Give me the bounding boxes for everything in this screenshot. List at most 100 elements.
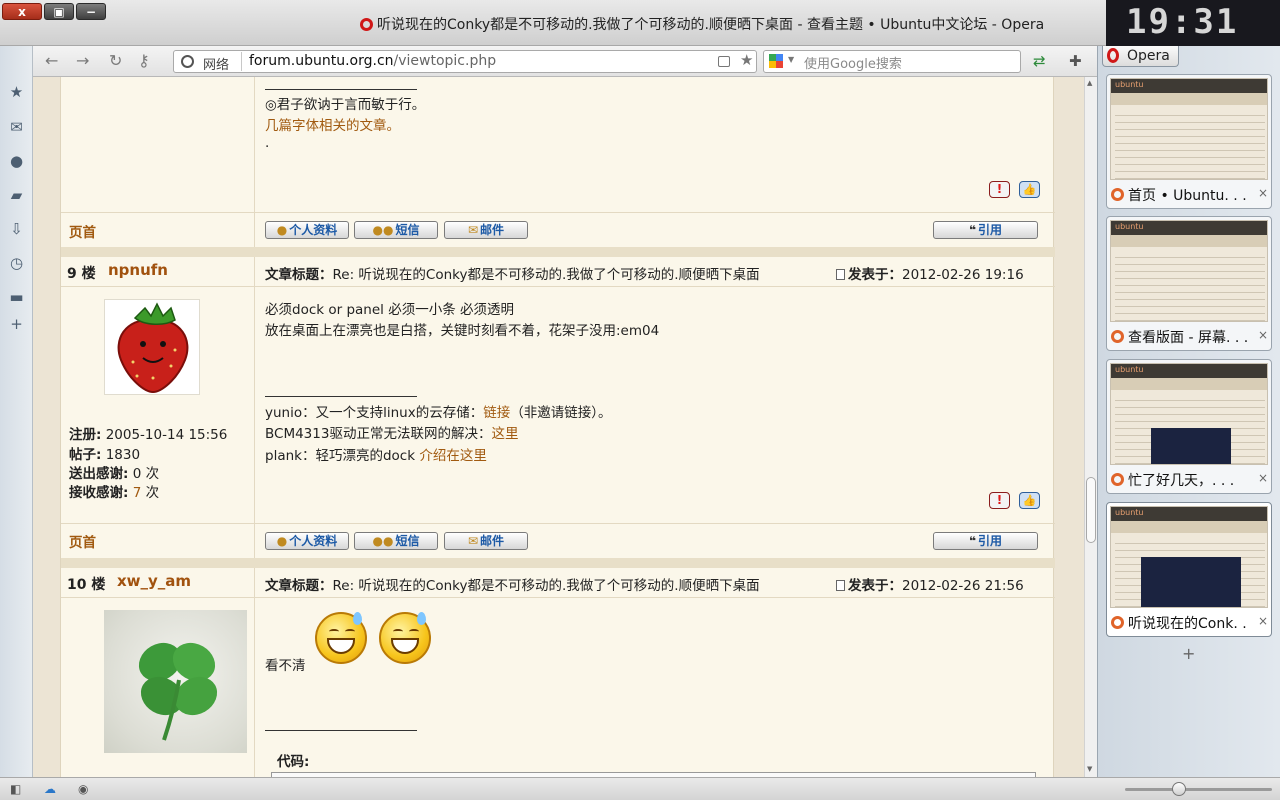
address-toolbar: ← → ↻ ⚷ 网络 forum.ubuntu.org.cn/viewtopic… bbox=[33, 46, 1097, 77]
email-button[interactable]: ✉ 邮件 bbox=[444, 532, 528, 550]
stat-value[interactable]: 7 bbox=[133, 485, 142, 501]
signature-divider bbox=[265, 396, 417, 397]
close-tab-icon[interactable]: × bbox=[1258, 186, 1268, 200]
scroll-down-arrow-icon[interactable]: ▼ bbox=[1087, 765, 1092, 773]
extensions-icon[interactable]: ✚ bbox=[1069, 52, 1082, 70]
profile-button[interactable]: ● 个人资料 bbox=[265, 532, 349, 550]
left-panel-bar: ★ ✉ ● ▰ ⇩ ◷ ▬ + bbox=[0, 46, 33, 777]
pm-button-label: 短信 bbox=[395, 223, 420, 237]
tab-preview: ubuntu bbox=[1110, 363, 1268, 465]
maximize-window-button[interactable]: ▣ bbox=[44, 3, 74, 20]
speech-bubble-icon: ❝ bbox=[968, 223, 977, 237]
pm-button[interactable]: ●● 短信 bbox=[354, 532, 438, 550]
close-tab-icon[interactable]: × bbox=[1258, 328, 1268, 342]
strawberry-avatar-image bbox=[117, 302, 189, 394]
add-panel-icon[interactable]: + bbox=[8, 316, 25, 333]
opera-unite-icon[interactable]: ☁ bbox=[44, 782, 56, 796]
forward-arrow-icon[interactable]: → bbox=[76, 51, 89, 70]
signature-text: yunio：又一个支持linux的云存储： bbox=[265, 405, 484, 421]
back-arrow-icon[interactable]: ← bbox=[45, 51, 58, 70]
emoji-eye bbox=[329, 629, 339, 634]
signature-text: （非邀请链接）。 bbox=[510, 405, 612, 421]
history-icon[interactable]: ◷ bbox=[8, 255, 25, 272]
tab-title: 首页 • Ubuntu. . . bbox=[1111, 185, 1251, 205]
tab-thumbnail[interactable]: ubuntu 首页 • Ubuntu. . . × bbox=[1106, 74, 1272, 209]
close-tab-icon[interactable]: × bbox=[1258, 471, 1268, 485]
report-post-button[interactable]: ! bbox=[989, 181, 1010, 198]
quote-button[interactable]: ❝ 引用 bbox=[933, 532, 1038, 550]
turbo-icon[interactable]: ◉ bbox=[78, 782, 88, 796]
key-icon[interactable]: ⚷ bbox=[138, 51, 150, 70]
post-author[interactable]: xw_y_am bbox=[117, 572, 191, 590]
url-text[interactable]: forum.ubuntu.org.cn/viewtopic.php bbox=[241, 52, 496, 71]
post-floor-number: 10 楼 bbox=[67, 577, 106, 593]
notes-icon[interactable]: ▰ bbox=[8, 187, 25, 204]
forum-topic: ◎君子欲讷于言而敏于行。 几篇字体相关的文章。 . ! 👍 页首 ● 个人资料 ●… bbox=[60, 77, 1055, 777]
page-scrollbar[interactable]: ▲ ▼ bbox=[1084, 77, 1097, 777]
feed-icon[interactable] bbox=[718, 56, 730, 67]
tab-thumbnail[interactable]: ubuntu 查看版面 - 屏幕. . . × bbox=[1106, 216, 1272, 351]
google-icon[interactable] bbox=[769, 54, 783, 68]
profile-button[interactable]: ● 个人资料 bbox=[265, 221, 349, 239]
opera-menu-button[interactable]: Opera bbox=[1102, 46, 1179, 67]
post-author[interactable]: npnufn bbox=[108, 261, 168, 279]
column-divider bbox=[254, 257, 255, 557]
close-tab-icon[interactable]: × bbox=[1258, 614, 1268, 628]
scrollbar-thumb[interactable] bbox=[1086, 477, 1096, 543]
downloads-icon[interactable]: ⇩ bbox=[8, 221, 25, 238]
tab-title: 忙了好几天，. . . bbox=[1111, 470, 1251, 490]
post-date-label: 发表于： bbox=[848, 578, 902, 594]
signature-line: plank：轻巧漂亮的dock 介绍在这里 bbox=[265, 444, 487, 464]
zoom-slider-track[interactable] bbox=[1125, 788, 1272, 791]
url-domain: forum.ubuntu.org.cn bbox=[249, 53, 394, 69]
close-window-button[interactable]: x bbox=[2, 3, 42, 20]
stat-label: 送出感谢: bbox=[69, 466, 129, 482]
back-to-top-link[interactable]: 页首 bbox=[69, 221, 96, 241]
search-engine-dropdown-icon[interactable]: ▼ bbox=[788, 55, 794, 64]
quote-button[interactable]: ❝ 引用 bbox=[933, 221, 1038, 239]
post-doc-icon[interactable] bbox=[836, 269, 845, 280]
stat-label: 帖子: bbox=[69, 447, 102, 463]
signature-link[interactable]: 链接 bbox=[483, 405, 510, 421]
url-path: /viewtopic.php bbox=[393, 53, 497, 69]
avatar-clover bbox=[104, 610, 247, 753]
reload-icon[interactable]: ↻ bbox=[109, 51, 122, 70]
search-field[interactable]: ▼ 使用Google搜索 bbox=[763, 50, 1021, 73]
zoom-slider-knob[interactable] bbox=[1172, 782, 1186, 796]
email-button[interactable]: ✉ 邮件 bbox=[444, 221, 528, 239]
user-stat-thanks-given: 送出感谢: 0 次 bbox=[69, 462, 159, 482]
post-date-value: 2012-02-26 21:56 bbox=[902, 578, 1024, 594]
mail-icon[interactable]: ✉ bbox=[8, 119, 25, 136]
post-doc-icon[interactable] bbox=[836, 580, 845, 591]
sync-icon[interactable]: ⇄ bbox=[1033, 52, 1046, 70]
thank-post-button[interactable]: 👍 bbox=[1019, 492, 1040, 509]
chat-icon[interactable]: ▬ bbox=[8, 289, 25, 306]
tab-preview: ubuntu bbox=[1110, 506, 1268, 608]
preview-header: ubuntu bbox=[1111, 364, 1267, 378]
panel-toggle-icon[interactable]: ◧ bbox=[10, 782, 21, 796]
bookmarks-icon[interactable]: ★ bbox=[8, 84, 25, 101]
preview-logo: ubuntu bbox=[1115, 222, 1144, 231]
stat-label: 接收感谢: bbox=[69, 485, 129, 501]
thank-post-button[interactable]: 👍 bbox=[1019, 181, 1040, 198]
tab-thumbnail-panel: Opera ubuntu 首页 • Ubuntu. . . × ubuntu 查… bbox=[1097, 46, 1280, 777]
signature-link[interactable]: 介绍在这里 bbox=[419, 448, 487, 464]
minimize-window-button[interactable]: − bbox=[76, 3, 106, 20]
tab-thumbnail-active[interactable]: ubuntu 听说现在的Conk. . . × bbox=[1106, 502, 1272, 637]
tab-thumbnail[interactable]: ubuntu 忙了好几天，. . . × bbox=[1106, 359, 1272, 494]
back-to-top-link[interactable]: 页首 bbox=[69, 531, 96, 551]
url-field[interactable]: 网络 forum.ubuntu.org.cn/viewtopic.php ★ bbox=[173, 50, 757, 73]
email-button-label: 邮件 bbox=[480, 223, 505, 237]
pm-button[interactable]: ●● 短信 bbox=[354, 221, 438, 239]
preview-content bbox=[1115, 251, 1265, 321]
signature-dot: . bbox=[265, 135, 270, 151]
new-tab-icon[interactable]: + bbox=[1182, 644, 1195, 663]
bookmark-star-icon[interactable]: ★ bbox=[740, 51, 753, 69]
scroll-up-arrow-icon[interactable]: ▲ bbox=[1087, 79, 1092, 87]
row-divider bbox=[61, 597, 1055, 598]
stat-unit: 次 bbox=[145, 485, 160, 501]
report-post-button[interactable]: ! bbox=[989, 492, 1010, 509]
signature-link[interactable]: 这里 bbox=[491, 426, 518, 442]
contacts-icon[interactable]: ● bbox=[8, 153, 25, 170]
signature-link[interactable]: 几篇字体相关的文章。 bbox=[265, 114, 400, 134]
